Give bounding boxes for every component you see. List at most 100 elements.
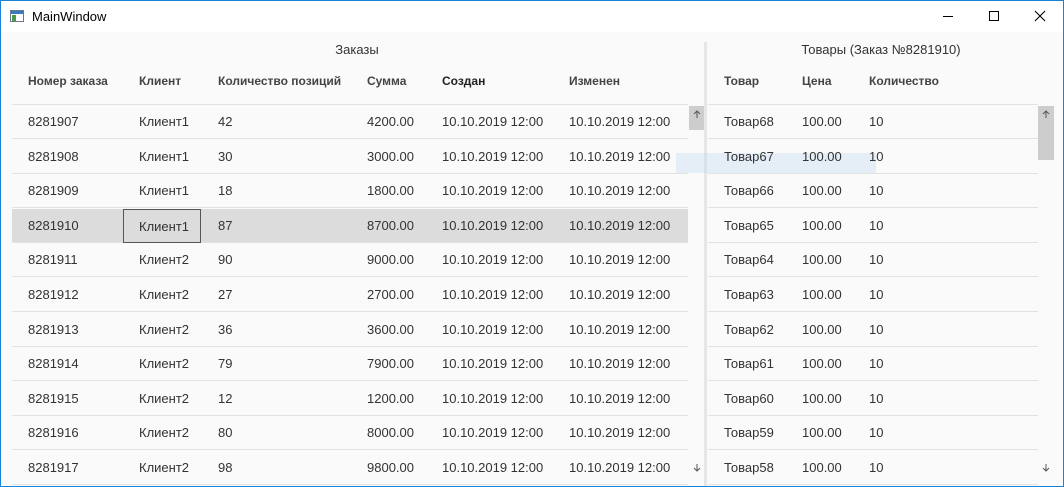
quantity-cell[interactable]: 10 (869, 105, 883, 139)
order-number-cell[interactable]: 8281916 (28, 416, 79, 450)
positions-cell[interactable]: 12 (218, 382, 232, 416)
created-cell[interactable]: 10.10.2019 12:00 (442, 416, 543, 450)
modified-cell[interactable]: 10.10.2019 12:00 (569, 347, 670, 381)
order-number-cell[interactable]: 8281909 (28, 174, 79, 208)
orders-col-created[interactable]: Создан (442, 74, 485, 88)
orders-scroll-up-button[interactable] (689, 107, 705, 123)
orders-table-row[interactable]: 8281909 Клиент1 18 1800.00 10.10.2019 12:00 1… (12, 174, 688, 209)
client-cell[interactable]: Клиент1 (139, 140, 189, 174)
price-cell[interactable]: 100.00 (802, 313, 842, 347)
item-cell[interactable]: Товар60 (724, 382, 774, 416)
modified-cell[interactable]: 10.10.2019 12:00 (569, 140, 670, 174)
price-cell[interactable]: 100.00 (802, 140, 842, 174)
orders-table-row[interactable]: 8281915 Клиент2 12 1200.00 10.10.2019 12:00 1… (12, 382, 688, 416)
price-cell[interactable]: 100.00 (802, 382, 842, 416)
quantity-cell[interactable]: 10 (869, 347, 883, 381)
goods-scrollbar[interactable] (1038, 106, 1054, 478)
orders-table-row[interactable]: 8281914 Клиент2 79 7900.00 10.10.2019 12:00 1… (12, 347, 688, 382)
item-cell[interactable]: Товар67 (724, 140, 774, 174)
client-cell[interactable]: Клиент2 (139, 416, 189, 450)
orders-table-row[interactable]: 8281912 Клиент2 27 2700.00 10.10.2019 12:00 1… (12, 278, 688, 312)
positions-cell[interactable]: 87 (218, 209, 232, 243)
created-cell[interactable]: 10.10.2019 12:00 (442, 451, 543, 485)
order-number-cell[interactable]: 8281908 (28, 140, 79, 174)
modified-cell[interactable]: 10.10.2019 12:00 (569, 416, 670, 450)
price-cell[interactable]: 100.00 (802, 416, 842, 450)
panel-splitter[interactable] (704, 42, 707, 486)
goods-col-price[interactable]: Цена (802, 74, 832, 88)
item-cell[interactable]: Товар58 (724, 451, 774, 485)
price-cell[interactable]: 100.00 (802, 451, 842, 485)
client-cell[interactable]: Клиент2 (139, 451, 189, 485)
created-cell[interactable]: 10.10.2019 12:00 (442, 140, 543, 174)
goods-table-row[interactable]: Товар60 100.00 10 (708, 382, 1038, 416)
client-cell[interactable]: Клиент2 (139, 347, 189, 381)
created-cell[interactable]: 10.10.2019 12:00 (442, 209, 543, 243)
sum-cell[interactable]: 4200.00 (367, 105, 414, 139)
quantity-cell[interactable]: 10 (869, 451, 883, 485)
order-number-cell[interactable]: 8281917 (28, 451, 79, 485)
client-cell[interactable]: Клиент1 (139, 174, 189, 208)
goods-table-row[interactable]: Товар59 100.00 10 (708, 416, 1038, 451)
goods-col-item[interactable]: Товар (724, 74, 759, 88)
quantity-cell[interactable]: 10 (869, 243, 883, 277)
created-cell[interactable]: 10.10.2019 12:00 (442, 313, 543, 347)
positions-cell[interactable]: 79 (218, 347, 232, 381)
close-button[interactable] (1017, 1, 1063, 31)
sum-cell[interactable]: 3600.00 (367, 313, 414, 347)
created-cell[interactable]: 10.10.2019 12:00 (442, 382, 543, 416)
orders-scroll-down-button[interactable] (689, 461, 705, 477)
minimize-button[interactable] (925, 1, 971, 31)
sum-cell[interactable]: 8700.00 (367, 209, 414, 243)
goods-table-row[interactable]: Товар67 100.00 10 (708, 140, 1038, 174)
price-cell[interactable]: 100.00 (802, 174, 842, 208)
goods-scroll-up-button[interactable] (1038, 107, 1054, 123)
positions-cell[interactable]: 98 (218, 451, 232, 485)
order-number-cell[interactable]: 8281907 (28, 105, 79, 139)
goods-table-row[interactable]: Товар61 100.00 10 (708, 347, 1038, 382)
price-cell[interactable]: 100.00 (802, 105, 842, 139)
price-cell[interactable]: 100.00 (802, 209, 842, 243)
price-cell[interactable]: 100.00 (802, 347, 842, 381)
created-cell[interactable]: 10.10.2019 12:00 (442, 243, 543, 277)
orders-col-number[interactable]: Номер заказа (28, 74, 108, 88)
quantity-cell[interactable]: 10 (869, 140, 883, 174)
goods-table-row[interactable]: Товар64 100.00 10 (708, 243, 1038, 278)
client-cell[interactable]: Клиент2 (139, 243, 189, 277)
quantity-cell[interactable]: 10 (869, 174, 883, 208)
goods-table-row[interactable]: Товар58 100.00 10 (708, 451, 1038, 485)
positions-cell[interactable]: 18 (218, 174, 232, 208)
modified-cell[interactable]: 10.10.2019 12:00 (569, 174, 670, 208)
positions-cell[interactable]: 42 (218, 105, 232, 139)
orders-table-row[interactable]: 8281911 Клиент2 90 9000.00 10.10.2019 12:00 1… (12, 243, 688, 278)
modified-cell[interactable]: 10.10.2019 12:00 (569, 278, 670, 312)
client-cell[interactable]: Клиент1 (139, 105, 189, 139)
positions-cell[interactable]: 90 (218, 243, 232, 277)
item-cell[interactable]: Товар62 (724, 313, 774, 347)
sum-cell[interactable]: 9800.00 (367, 451, 414, 485)
created-cell[interactable]: 10.10.2019 12:00 (442, 347, 543, 381)
order-number-cell[interactable]: 8281912 (28, 278, 79, 312)
price-cell[interactable]: 100.00 (802, 243, 842, 277)
quantity-cell[interactable]: 10 (869, 209, 883, 243)
quantity-cell[interactable]: 10 (869, 416, 883, 450)
modified-cell[interactable]: 10.10.2019 12:00 (569, 105, 670, 139)
created-cell[interactable]: 10.10.2019 12:00 (442, 105, 543, 139)
modified-cell[interactable]: 10.10.2019 12:00 (569, 451, 670, 485)
title-bar[interactable]: MainWindow (1, 1, 1063, 32)
modified-cell[interactable]: 10.10.2019 12:00 (569, 243, 670, 277)
item-cell[interactable]: Товар61 (724, 347, 774, 381)
sum-cell[interactable]: 1200.00 (367, 382, 414, 416)
maximize-button[interactable] (971, 1, 1017, 31)
orders-col-positions[interactable]: Количество позиций (218, 74, 341, 88)
created-cell[interactable]: 10.10.2019 12:00 (442, 278, 543, 312)
price-cell[interactable]: 100.00 (802, 278, 842, 312)
orders-col-client[interactable]: Клиент (139, 74, 181, 88)
item-cell[interactable]: Товар65 (724, 209, 774, 243)
sum-cell[interactable]: 9000.00 (367, 243, 414, 277)
positions-cell[interactable]: 80 (218, 416, 232, 450)
client-cell[interactable]: Клиент1 (123, 208, 201, 243)
item-cell[interactable]: Товар63 (724, 278, 774, 312)
modified-cell[interactable]: 10.10.2019 12:00 (569, 209, 670, 243)
modified-cell[interactable]: 10.10.2019 12:00 (569, 382, 670, 416)
